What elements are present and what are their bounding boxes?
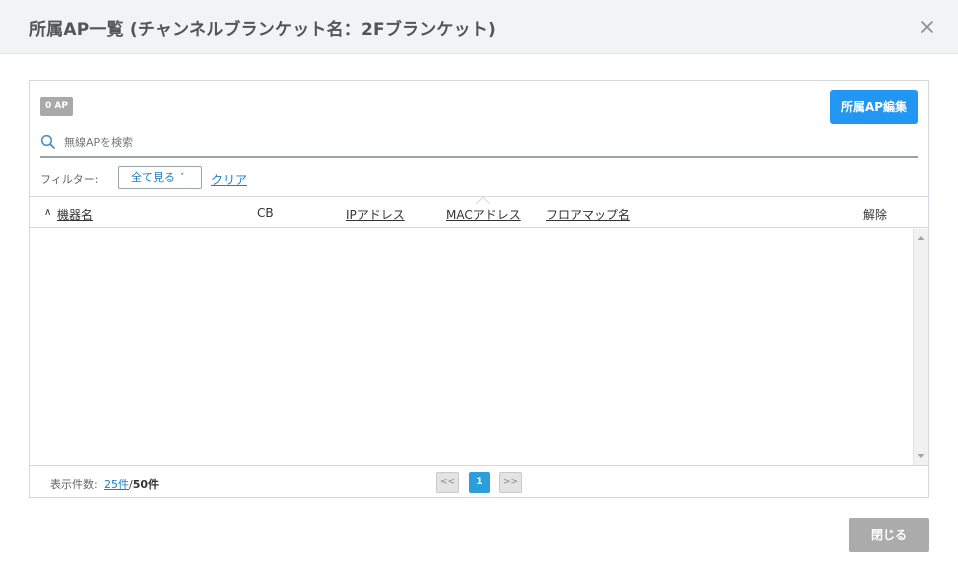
ap-list-panel: 0 AP 所属AP編集 フィルター: 全て見る ˅ クリア ∧ 機器名 CB I… <box>29 80 929 498</box>
search-bar <box>40 131 918 158</box>
column-ip-address[interactable]: IPアドレス <box>346 206 405 223</box>
dialog-header: 所属AP一覧 (チャンネルブランケット名：2Fブランケット) <box>0 0 958 54</box>
filter-selected-value: 全て見る <box>131 171 175 184</box>
sort-asc-icon: ∧ <box>44 207 52 218</box>
column-cb: CB <box>257 206 274 220</box>
vertical-scrollbar[interactable] <box>913 229 928 465</box>
table-header: ∧ 機器名 CB IPアドレス MACアドレス フロアマップ名 解除 <box>30 196 928 228</box>
close-icon[interactable] <box>916 16 938 38</box>
per-page-link[interactable]: 25件 <box>104 476 129 492</box>
scroll-up-icon[interactable] <box>914 233 928 243</box>
ap-count-badge: 0 AP <box>40 97 73 116</box>
dialog-title: 所属AP一覧 (チャンネルブランケット名：2Fブランケット) <box>29 20 497 40</box>
caret-up-icon <box>476 196 490 204</box>
per-page-max: /50件 <box>129 476 159 492</box>
chevron-down-icon: ˅ <box>180 173 185 183</box>
table-body <box>30 229 928 465</box>
pagination-prev-button[interactable]: << <box>436 472 459 493</box>
pagination-next-button[interactable]: >> <box>499 472 522 493</box>
column-release: 解除 <box>863 208 888 222</box>
search-icon <box>40 134 56 150</box>
edit-ap-button[interactable]: 所属AP編集 <box>830 90 918 124</box>
close-dialog-button[interactable]: 閉じる <box>849 518 929 552</box>
scroll-down-icon[interactable] <box>914 451 928 461</box>
table-footer: 表示件数: 25件 /50件 << 1 >> <box>30 465 928 497</box>
pagination-page-1[interactable]: 1 <box>469 472 490 493</box>
clear-filter-link[interactable]: クリア <box>211 171 247 188</box>
filter-label: フィルター: <box>40 173 99 186</box>
per-page-label: 表示件数: <box>50 478 98 491</box>
search-input[interactable] <box>64 132 904 152</box>
column-device-name[interactable]: 機器名 <box>57 206 93 223</box>
per-page-max-value: 50件 <box>132 478 160 491</box>
column-mac-address[interactable]: MACアドレス <box>446 206 521 223</box>
column-floor-map[interactable]: フロアマップ名 <box>546 206 630 223</box>
filter-dropdown[interactable]: 全て見る ˅ <box>118 166 202 189</box>
